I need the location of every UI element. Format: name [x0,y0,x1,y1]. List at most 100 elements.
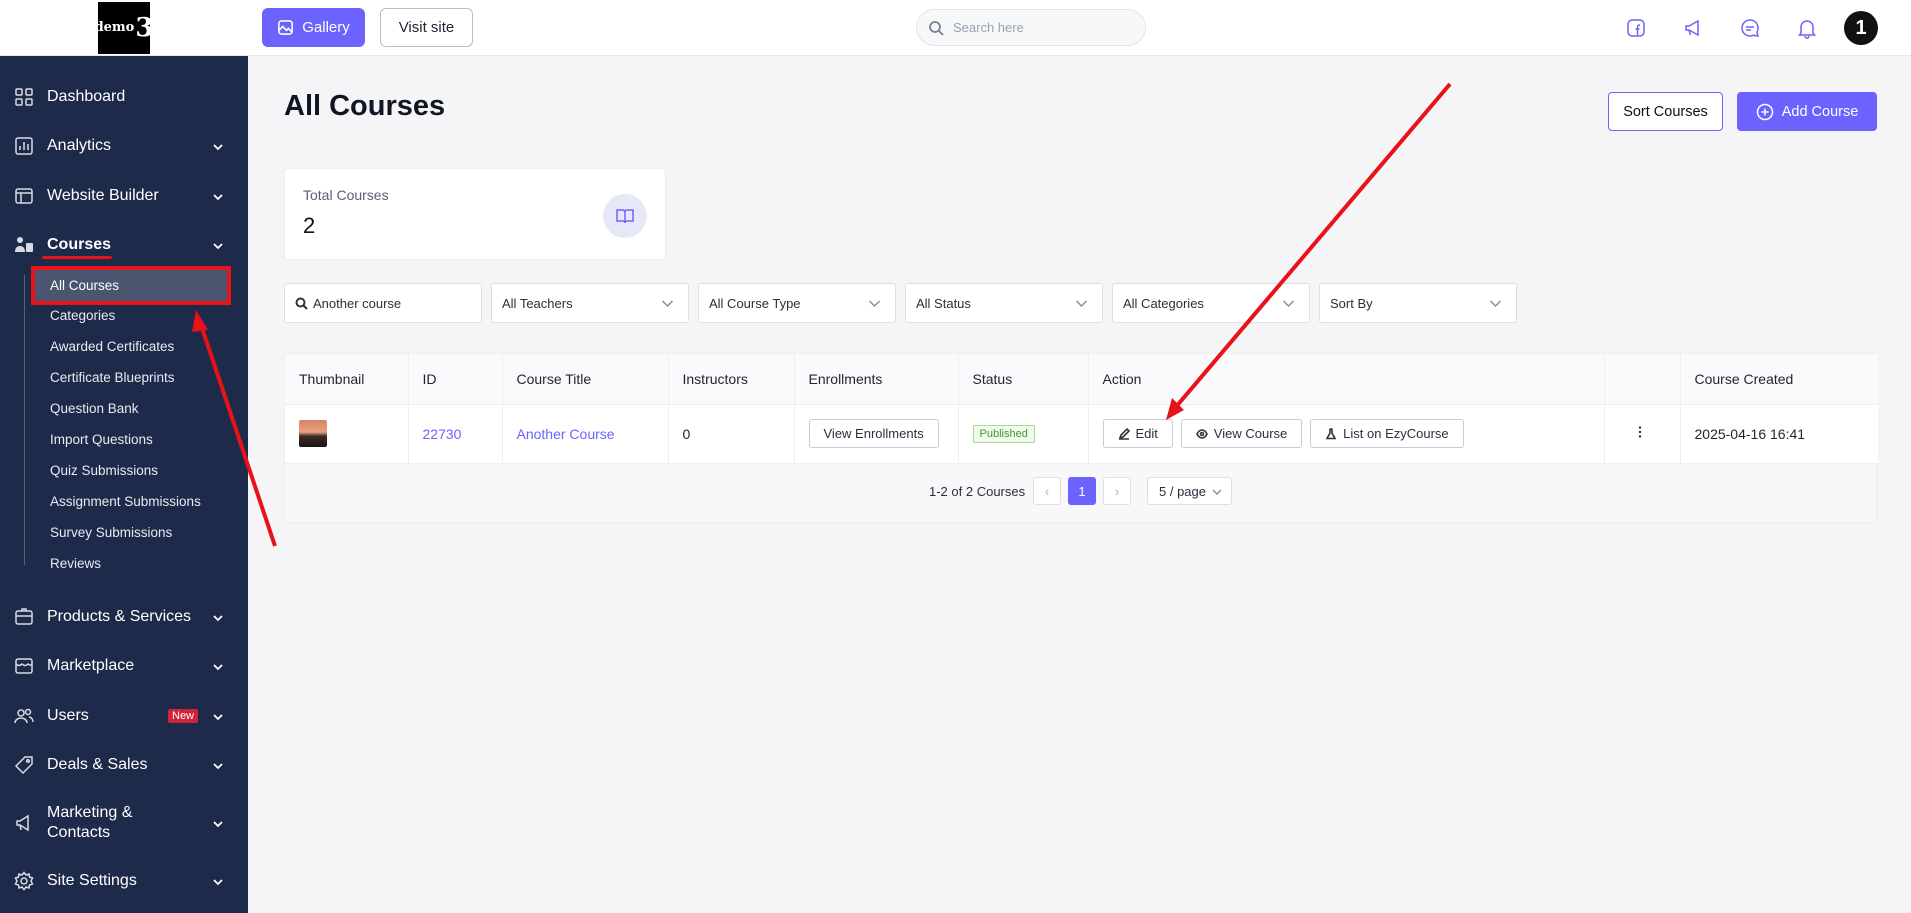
course-id-link[interactable]: 22730 [423,426,462,442]
search-icon [929,20,944,36]
search-box [916,9,1146,46]
prev-page-button[interactable]: ‹ [1033,477,1061,505]
courses-table: Thumbnail ID Course Title Instructors En… [284,353,1878,523]
sidebar-item-marketing-contacts[interactable]: Marketing & Contacts [0,803,248,843]
sidebar-item-site-settings[interactable]: Site Settings [0,867,248,895]
page-size-select[interactable]: 5 / page [1147,477,1232,505]
status-filter[interactable]: All Status [905,283,1103,323]
categories-filter[interactable]: All Categories [1112,283,1310,323]
course-search-filter[interactable]: Another course [284,283,482,323]
deals-icon [14,755,34,775]
book-icon [603,194,647,238]
sidebar-item-users[interactable]: Users New [0,702,248,730]
sort-by-filter-value: Sort By [1330,295,1373,311]
sidebar-item-label: Dashboard [47,88,126,105]
sidebar-item-website-builder[interactable]: Website Builder [0,182,248,210]
marketplace-icon [14,656,34,676]
plus-circle-icon [1756,103,1773,120]
edit-button[interactable]: Edit [1102,419,1173,448]
add-course-label: Add Course [1781,103,1859,120]
chat-icon[interactable] [1736,14,1764,42]
table-row: 22730 Another Course 0 View Enrollments … [285,404,1878,464]
pagination: 1-2 of 2 Courses ‹ 1 › 5 / page [285,477,1878,507]
sidebar-subitem-quiz-submissions[interactable]: Quiz Submissions [50,463,158,478]
course-type-filter-value: All Course Type [709,295,801,311]
sidebar-item-marketplace[interactable]: Marketplace [0,652,248,680]
settings-icon [14,871,34,891]
sidebar-item-label: Website Builder [47,187,159,204]
users-icon [14,706,34,726]
stat-label: Total Courses [303,187,389,203]
chevron-down-icon [1282,297,1295,310]
search-input[interactable] [953,20,1133,35]
subnav-line [24,275,25,565]
chevron-down-icon [1212,489,1222,496]
chevron-down-icon [212,817,224,829]
column-header: ID [408,354,503,405]
avatar[interactable]: 1 [1844,11,1878,45]
sidebar-item-label: Marketplace [47,657,135,674]
sidebar-item-products-services[interactable]: Products & Services [0,603,248,631]
more-cell [1604,404,1681,464]
pencil-icon [1118,427,1130,440]
sort-by-filter[interactable]: Sort By [1319,283,1517,323]
sidebar-item-label: Marketing & Contacts [47,803,132,843]
sidebar-subitem-import-questions[interactable]: Import Questions [50,432,153,447]
label-line-1: Marketing & [47,804,133,821]
sidebar-item-label: Products & Services [47,608,192,625]
sidebar-subitem-survey-submissions[interactable]: Survey Submissions [50,525,172,540]
sidebar-item-courses[interactable]: Courses [0,231,248,259]
courses-icon [14,235,34,255]
column-header: Enrollments [794,354,959,405]
more-vertical-icon[interactable] [1633,426,1647,442]
view-enrollments-button[interactable]: View Enrollments [808,419,939,448]
add-course-button[interactable]: Add Course [1737,92,1877,131]
chevron-down-icon [661,297,674,310]
sidebar-subitem-categories[interactable]: Categories [50,308,115,323]
sidebar-subitem-certificate-blueprints[interactable]: Certificate Blueprints [50,370,175,385]
title-cell: Another Course [502,404,669,464]
status-cell: Published [958,404,1089,464]
sidebar-item-label: Users [47,707,89,724]
course-title-link[interactable]: Another Course [517,426,615,442]
course-type-filter[interactable]: All Course Type [698,283,896,323]
facebook-icon[interactable] [1622,14,1650,42]
active-underline-annotation [42,256,112,259]
label-line-2: Contacts [47,824,111,841]
megaphone-icon [14,813,34,833]
list-on-ezycourse-button[interactable]: List on EzyCourse [1310,419,1464,448]
next-page-button[interactable]: › [1103,477,1131,505]
gallery-button[interactable]: Gallery [262,8,365,47]
chevron-down-icon [212,190,224,202]
sidebar-item-dashboard[interactable]: Dashboard [0,83,248,111]
megaphone-icon[interactable] [1679,14,1707,42]
created-cell: 2025-04-16 16:41 [1680,404,1878,464]
topbar: Gallery Visit site 1 [248,0,1911,56]
column-header: Course Title [502,354,669,405]
status-badge: Published [972,425,1035,443]
instructors-cell: 0 [668,404,795,464]
sidebar-subitem-assignment-submissions[interactable]: Assignment Submissions [50,494,201,509]
sidebar-item-analytics[interactable]: Analytics [0,132,248,160]
sidebar-subitem-all-courses[interactable]: All Courses [31,266,231,305]
bell-icon[interactable] [1793,14,1821,42]
sidebar-subitem-awarded-certificates[interactable]: Awarded Certificates [50,339,174,354]
search-icon [295,297,308,310]
sort-courses-button[interactable]: Sort Courses [1608,92,1723,131]
site-logo[interactable]: demo 3 [95,1,153,54]
sidebar-subitem-question-bank[interactable]: Question Bank [50,401,139,416]
teachers-filter[interactable]: All Teachers [491,283,689,323]
page-button-current[interactable]: 1 [1068,477,1096,505]
sidebar-subitem-reviews[interactable]: Reviews [50,556,101,571]
column-header: Course Created [1680,354,1878,405]
page-size-value: 5 / page [1159,483,1206,499]
visit-site-button[interactable]: Visit site [380,8,473,47]
column-header: Instructors [668,354,795,405]
chevron-down-icon [212,660,224,672]
view-course-button[interactable]: View Course [1180,419,1303,448]
chevron-down-icon [212,710,224,722]
course-thumbnail[interactable] [299,420,327,447]
chevron-down-icon [212,239,224,251]
sidebar-item-deals-sales[interactable]: Deals & Sales [0,751,248,779]
gallery-icon [278,20,294,35]
